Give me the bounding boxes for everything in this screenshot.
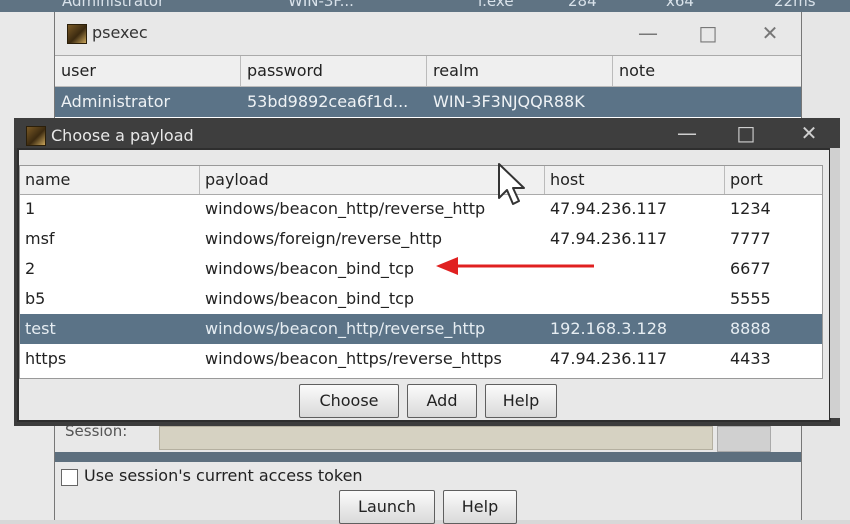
bg-cell: l.exe: [478, 0, 514, 10]
column-header-realm[interactable]: realm: [427, 56, 613, 86]
cell-port: 1234: [730, 199, 771, 218]
choose-payload-dialog: Choose a payload — □ ✕ name payload host…: [14, 118, 840, 426]
cell-name: https: [25, 349, 67, 368]
payload-titlebar[interactable]: Choose a payload — □ ✕: [14, 118, 840, 148]
payload-table: name payload host port 1 windows/beacon_…: [19, 165, 823, 379]
bg-cell: 22ms: [774, 0, 816, 10]
cell-name: msf: [25, 229, 55, 248]
background-table-strip: Administrator WIN-3F... l.exe 284 x64 22…: [0, 0, 850, 12]
cell-port: 6677: [730, 259, 771, 278]
cell-payload: windows/beacon_bind_tcp: [205, 259, 415, 278]
session-browse-button[interactable]: [717, 426, 771, 452]
cell-user: Administrator: [61, 92, 171, 111]
launch-button[interactable]: Launch: [339, 490, 435, 524]
choose-button[interactable]: Choose: [299, 384, 399, 418]
table-row[interactable]: Administrator 53bd9892cea6f1d... WIN-3F3…: [55, 87, 801, 117]
cell-name: b5: [25, 289, 46, 308]
cell-realm: WIN-3F3NJQQR88K: [433, 92, 585, 111]
app-icon: [26, 126, 46, 146]
column-header-payload[interactable]: payload: [200, 166, 545, 194]
cell-name: 1: [25, 199, 36, 218]
payload-dialog-body: name payload host port 1 windows/beacon_…: [17, 148, 831, 422]
cell-port: 8888: [730, 319, 771, 338]
close-icon[interactable]: ✕: [757, 20, 783, 46]
table-row[interactable]: https windows/beacon_https/reverse_https…: [20, 344, 822, 374]
column-header-host[interactable]: host: [545, 166, 725, 194]
table-row-selected[interactable]: test windows/beacon_http/reverse_http 19…: [20, 314, 822, 344]
maximize-icon[interactable]: □: [733, 120, 759, 146]
minimize-icon[interactable]: —: [674, 120, 700, 146]
bg-cell: Administrator: [62, 0, 165, 10]
cell-host: 47.94.236.117: [550, 199, 668, 218]
table-header: name payload host port: [20, 166, 822, 195]
table-row[interactable]: 1 windows/beacon_http/reverse_http 47.94…: [20, 194, 822, 224]
app-icon: [67, 24, 87, 44]
cell-port: 4433: [730, 349, 771, 368]
add-button[interactable]: Add: [407, 384, 477, 418]
column-header-user[interactable]: user: [55, 56, 241, 86]
cell-port: 5555: [730, 289, 771, 308]
cell-payload: windows/beacon_bind_tcp: [205, 289, 415, 308]
divider: [55, 452, 801, 462]
cell-port: 7777: [730, 229, 771, 248]
bg-cell: x64: [666, 0, 694, 10]
minimize-icon[interactable]: —: [635, 20, 661, 46]
mouse-pointer-icon: [498, 163, 525, 205]
table-header: user password realm note: [55, 56, 801, 87]
table-row[interactable]: b5 windows/beacon_bind_tcp 5555: [20, 284, 822, 314]
cell-host: 47.94.236.117: [550, 229, 668, 248]
window-title: Choose a payload: [51, 126, 194, 145]
checkbox-label: Use session's current access token: [84, 466, 363, 485]
cell-payload: windows/beacon_http/reverse_http: [205, 199, 486, 218]
column-header-name[interactable]: name: [20, 166, 200, 194]
red-arrow-annotation: [436, 257, 594, 275]
help-button[interactable]: Help: [485, 384, 557, 418]
cell-payload: windows/beacon_https/reverse_https: [205, 349, 502, 368]
column-header-port[interactable]: port: [725, 166, 822, 194]
column-header-password[interactable]: password: [241, 56, 427, 86]
maximize-icon[interactable]: □: [695, 20, 721, 46]
scrollbar[interactable]: [830, 148, 840, 418]
session-field[interactable]: [159, 426, 713, 450]
cell-host: 47.94.236.117: [550, 349, 668, 368]
access-token-checkbox[interactable]: [61, 469, 78, 486]
bg-cell: 284: [568, 0, 597, 10]
cell-password: 53bd9892cea6f1d...: [247, 92, 409, 111]
psexec-help-button[interactable]: Help: [443, 490, 517, 524]
psexec-titlebar[interactable]: psexec — □ ✕: [55, 12, 801, 54]
close-icon[interactable]: ✕: [796, 120, 822, 146]
bg-cell: WIN-3F...: [288, 0, 354, 10]
table-row[interactable]: msf windows/foreign/reverse_http 47.94.2…: [20, 224, 822, 254]
cell-payload: windows/beacon_http/reverse_http: [205, 319, 486, 338]
cell-name: 2: [25, 259, 36, 278]
column-header-note[interactable]: note: [613, 56, 801, 86]
cell-payload: windows/foreign/reverse_http: [205, 229, 443, 248]
cell-host: 192.168.3.128: [550, 319, 668, 338]
table-row[interactable]: 2 windows/beacon_bind_tcp 6677: [20, 254, 822, 284]
cell-name: test: [25, 319, 56, 338]
window-title: psexec: [92, 23, 148, 42]
